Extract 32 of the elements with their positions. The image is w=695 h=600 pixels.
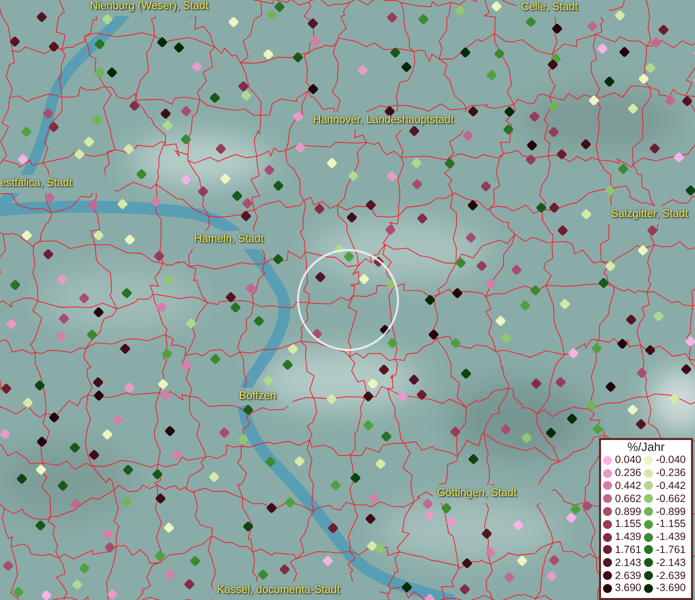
- legend-value: 1.155: [615, 518, 642, 530]
- place-label: Celle, Stadt: [521, 1, 578, 14]
- legend-value: 0.899: [615, 506, 642, 518]
- legend-value: -0.899: [656, 506, 686, 518]
- legend-value: 0.442: [615, 480, 642, 492]
- place-label: Kassel, documenta-Stadt: [217, 584, 340, 597]
- legend-title: %/Jahr: [626, 441, 666, 454]
- legend-value: -2.143: [656, 556, 686, 569]
- legend-value: 3.690: [615, 582, 642, 594]
- place-label: estfalica, Stadt: [0, 177, 72, 190]
- place-label: Nienburg (Weser), Stadt: [90, 0, 208, 13]
- legend-value: 0.040: [615, 454, 642, 466]
- legend-value: -0.236: [656, 467, 686, 480]
- legend-value: 2.143: [615, 556, 642, 569]
- place-label: Salzgitter, Stadt: [611, 208, 688, 221]
- place-label: Boffzen: [239, 390, 276, 403]
- legend-value: -0.442: [656, 480, 686, 492]
- legend-value: 1.761: [615, 544, 642, 556]
- legend-value: -0.040: [656, 454, 686, 466]
- legend-value: 0.236: [615, 467, 642, 480]
- legend-value: -0.662: [656, 492, 686, 505]
- legend-value: -3.690: [656, 582, 686, 594]
- legend-value: 0.662: [615, 492, 642, 505]
- legend-value: 2.639: [615, 570, 642, 582]
- legend-value: -2.639: [656, 570, 686, 582]
- legend-value: 1.439: [615, 531, 642, 544]
- legend-value: -1.761: [656, 544, 686, 556]
- place-label: Göttingen, Stadt: [437, 487, 516, 500]
- place-label: Hannover, Landeshauptstadt: [313, 114, 454, 127]
- legend-value: -1.439: [656, 531, 686, 544]
- place-label: Hameln, Stadt: [194, 233, 264, 246]
- legend-value: -1.155: [656, 518, 686, 530]
